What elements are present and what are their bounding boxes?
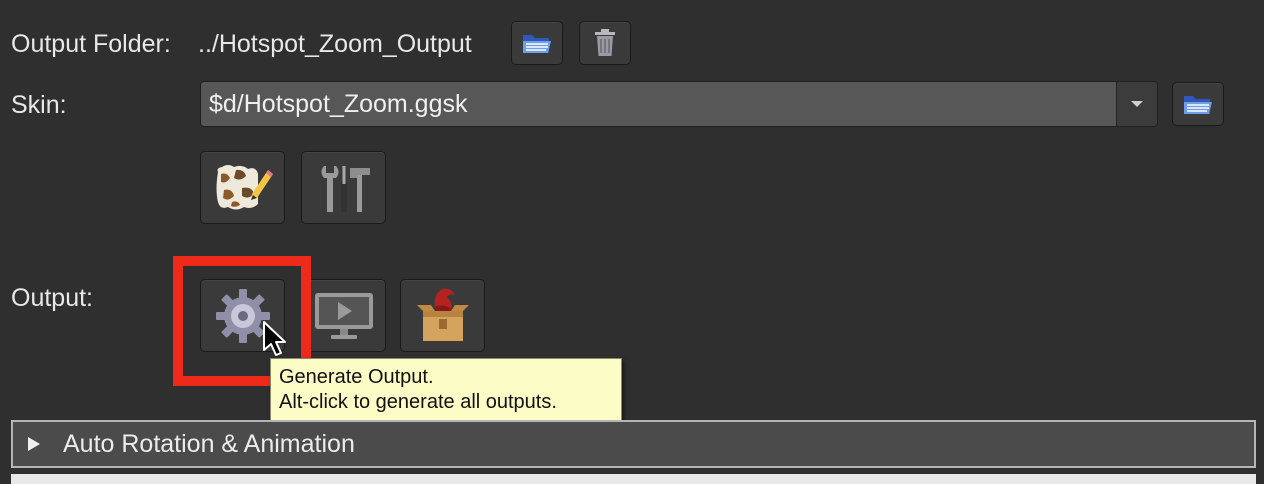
- skin-editor-button[interactable]: [200, 151, 285, 224]
- generate-output-tooltip: Generate Output. Alt-click to generate a…: [270, 358, 622, 422]
- tooltip-line-1: Generate Output.: [279, 366, 434, 388]
- skin-select-value: $d/Hotspot_Zoom.ggsk: [209, 90, 468, 118]
- tools-icon: [321, 165, 370, 212]
- skin-label: Skin:: [11, 91, 67, 119]
- mouse-cursor-icon: [263, 321, 286, 356]
- output-folder-delete-button[interactable]: [579, 21, 631, 65]
- tools-button[interactable]: [301, 151, 386, 224]
- output-folder-label: Output Folder:: [11, 30, 171, 58]
- section-title: Auto Rotation & Animation: [63, 429, 355, 458]
- skin-select-dropdown[interactable]: [1116, 82, 1157, 126]
- trash-icon: [595, 29, 615, 56]
- folder-open-icon: [1184, 96, 1212, 114]
- tooltip-line-2: Alt-click to generate all outputs.: [279, 391, 557, 413]
- triangle-right-icon: [28, 437, 40, 451]
- auto-rotation-section-header[interactable]: Auto Rotation & Animation: [11, 420, 1256, 468]
- folder-open-icon: [523, 35, 551, 53]
- preview-output-button[interactable]: [301, 279, 386, 352]
- next-section-edge: [11, 474, 1256, 484]
- package-icon: [416, 288, 469, 341]
- monitor-play-icon: [314, 292, 373, 339]
- skin-select[interactable]: $d/Hotspot_Zoom.ggsk: [200, 81, 1158, 127]
- chevron-down-icon: [1131, 101, 1143, 107]
- output-label: Output:: [11, 284, 93, 312]
- output-folder-browse-button[interactable]: [511, 21, 563, 65]
- skin-editor-icon: [216, 164, 273, 209]
- package-output-button[interactable]: [400, 279, 485, 352]
- skin-browse-button[interactable]: [1172, 82, 1224, 126]
- output-folder-path: ../Hotspot_Zoom_Output: [198, 30, 472, 58]
